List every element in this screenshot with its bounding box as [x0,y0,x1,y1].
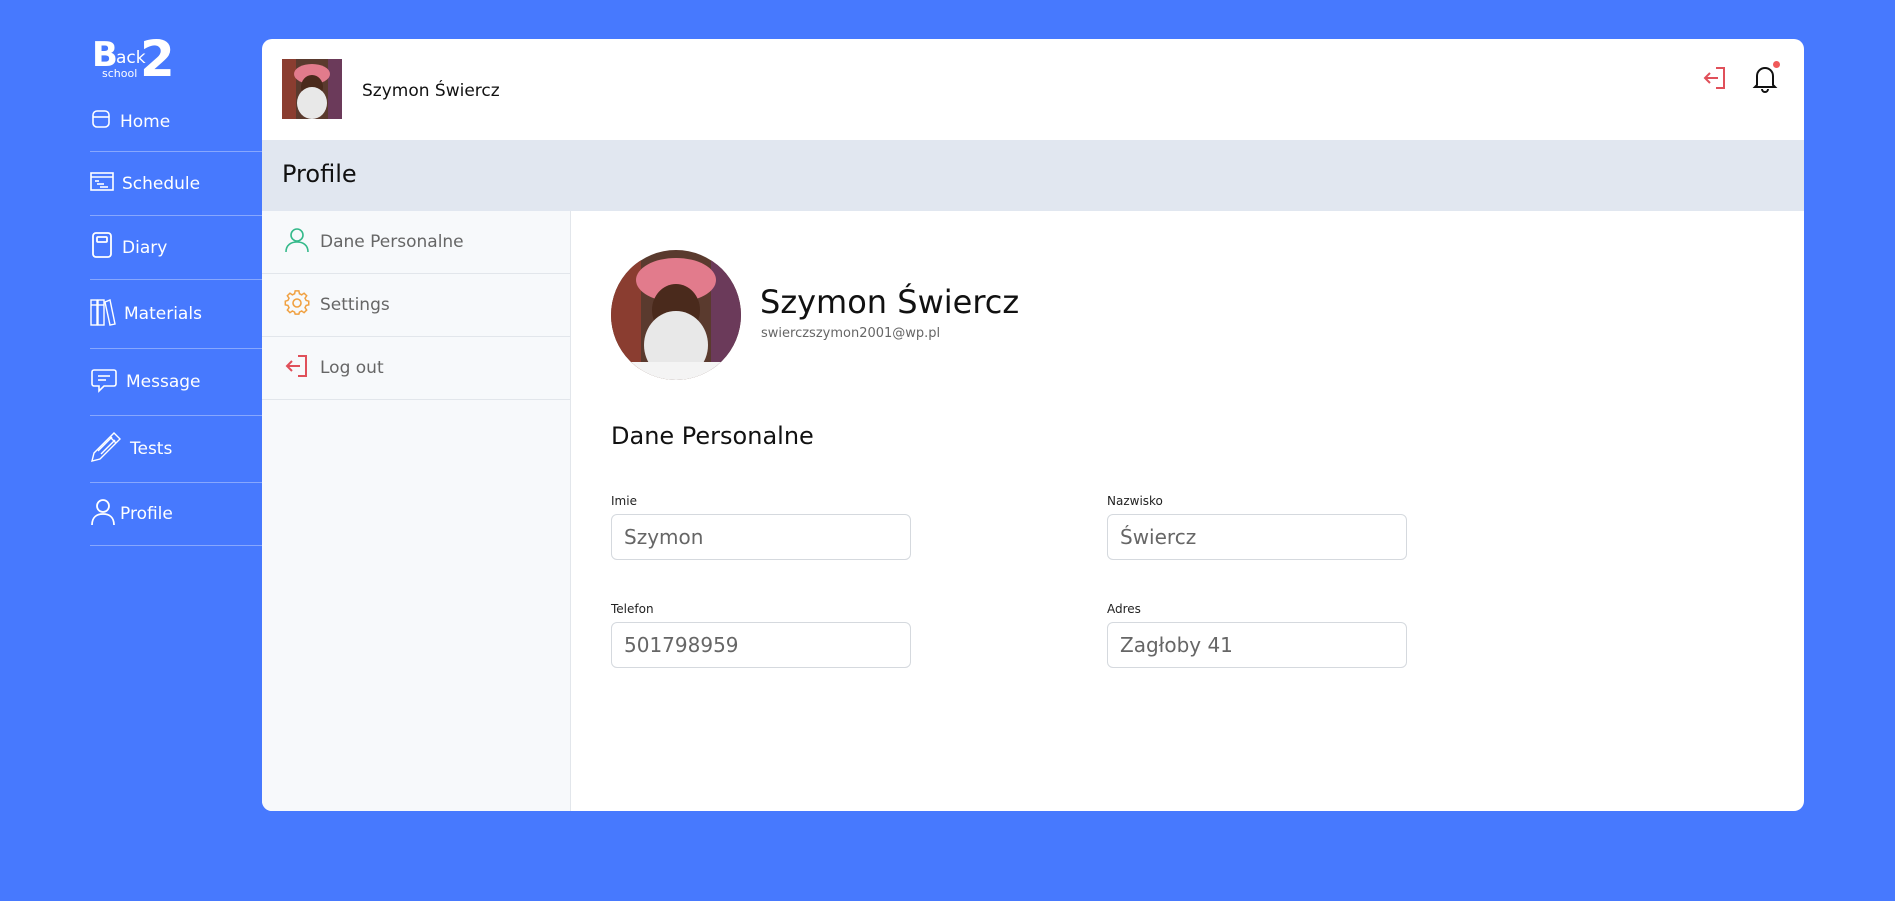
sidebar-item-home[interactable]: Home [90,92,262,152]
user-icon [284,227,310,258]
home-icon [90,108,112,135]
profile-subnav: Dane Personalne Settings Log out [262,211,571,811]
avatar[interactable] [282,59,342,119]
chat-icon [90,366,118,399]
field-label: Nazwisko [1107,494,1163,508]
address-field[interactable] [1107,622,1407,668]
main-card: Szymon Świercz Profile Dane Personalne S… [262,39,1804,811]
sidebar-item-label: Message [126,372,201,392]
books-icon [90,297,116,332]
profile-content: Szymon Świercz swierczszymon2001@wp.pl D… [571,211,1804,811]
phone-field[interactable] [611,622,911,668]
field-label: Imie [611,494,637,508]
notebook-icon [90,231,114,264]
subnav-item-label: Settings [320,295,390,315]
sidebar-item-tests[interactable]: Tests [90,416,262,483]
subnav-item-log-out[interactable]: Log out [262,337,570,400]
sidebar-item-message[interactable]: Message [90,349,262,416]
subnav-item-label: Log out [320,358,384,378]
field-adres: Adres [1107,602,1407,668]
app-logo[interactable]: B ack school 2 [92,30,182,88]
field-label: Telefon [611,602,654,616]
notification-dot [1773,61,1780,68]
subnav-item-label: Dane Personalne [320,232,464,252]
sidebar-item-label: Home [120,111,171,132]
logo-text-school: school [102,67,138,80]
field-label: Adres [1107,602,1141,616]
pencil-icon [90,431,122,468]
sidebar-nav: Home Schedule Diary Materials Message Te… [90,92,262,546]
calendar-icon [90,170,114,197]
profile-full-name: Szymon Świercz [760,283,1020,321]
subnav-item-dane-personalne[interactable]: Dane Personalne [262,211,570,274]
profile-avatar[interactable] [611,250,741,380]
logout-icon[interactable] [1702,65,1728,95]
sidebar-item-label: Tests [130,439,173,459]
sidebar-item-diary[interactable]: Diary [90,216,262,280]
user-icon [90,498,116,531]
field-telefon: Telefon [611,602,911,668]
profile-email: swierczszymon2001@wp.pl [761,326,941,341]
bell-icon[interactable] [1752,61,1780,97]
sidebar-item-label: Schedule [122,173,201,194]
last-name-field[interactable] [1107,514,1407,560]
page-header: Profile [262,140,1804,211]
subnav-item-settings[interactable]: Settings [262,274,570,337]
field-imie: Imie [611,494,911,560]
sidebar-item-profile[interactable]: Profile [90,483,262,546]
logout-icon [284,353,310,384]
page-title: Profile [282,160,357,188]
sidebar-item-label: Diary [122,237,168,258]
username: Szymon Świercz [362,81,500,101]
top-bar: Szymon Świercz [262,39,1804,140]
sidebar-item-label: Profile [120,504,173,524]
sidebar-item-label: Materials [124,304,202,324]
sidebar-item-schedule[interactable]: Schedule [90,152,262,216]
first-name-field[interactable] [611,514,911,560]
sidebar-item-materials[interactable]: Materials [90,280,262,349]
section-title: Dane Personalne [611,422,814,450]
field-nazwisko: Nazwisko [1107,494,1407,560]
gear-icon [284,289,310,321]
logo-number-two: 2 [140,30,175,88]
